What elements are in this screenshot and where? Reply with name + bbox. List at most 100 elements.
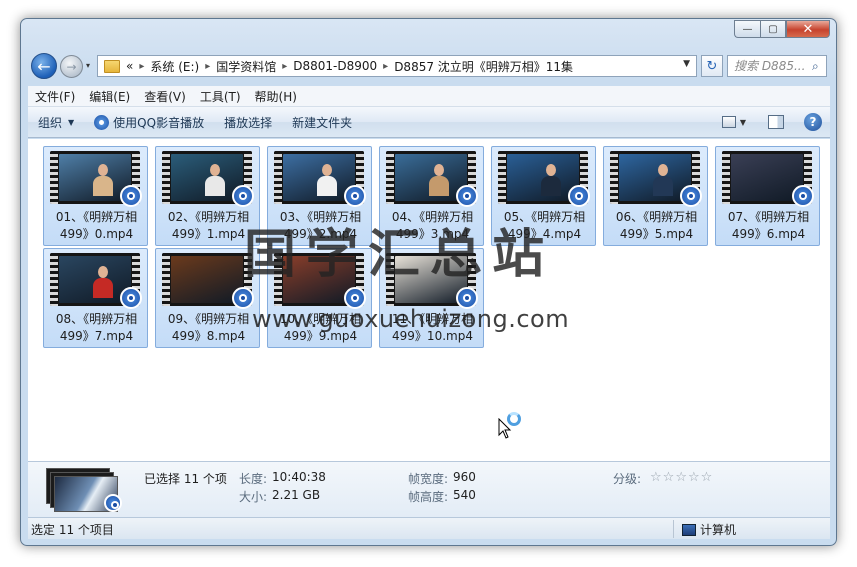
presenter-figure bbox=[429, 164, 449, 196]
recent-pages-dropdown[interactable]: ▾ bbox=[86, 61, 90, 70]
minimize-button[interactable]: — bbox=[734, 20, 760, 38]
film-strip-left bbox=[498, 151, 506, 204]
arrow-right-icon: → bbox=[66, 59, 77, 74]
file-tile[interactable]: 02、《明辨万相 499》1.mp4 bbox=[155, 146, 260, 246]
play-selection-button[interactable]: 播放选择 bbox=[214, 114, 282, 131]
chevron-right-icon[interactable]: ▸ bbox=[282, 61, 287, 72]
file-name: 08、《明辨万相 499》7.mp4 bbox=[44, 311, 149, 345]
breadcrumb-current-folder[interactable]: D8857 沈立明《明辨万相》11集 bbox=[394, 58, 573, 75]
breadcrumb-drive[interactable]: 系统 (E:) bbox=[150, 58, 199, 75]
status-location: 计算机 bbox=[682, 521, 736, 538]
file-tile[interactable]: 10、《明辨万相 499》9.mp4 bbox=[267, 248, 372, 348]
busy-spinner-icon bbox=[507, 412, 521, 426]
play-with-qq-button[interactable]: 使用QQ影音播放 bbox=[84, 114, 214, 131]
presenter-figure bbox=[541, 164, 561, 196]
menu-help[interactable]: 帮助(H) bbox=[248, 88, 304, 105]
star-icon[interactable]: ☆ bbox=[701, 470, 714, 485]
file-tile[interactable]: 01、《明辨万相 499》0.mp4 bbox=[43, 146, 148, 246]
frame-width-label: 帧宽度: bbox=[408, 472, 449, 486]
presenter-figure bbox=[93, 164, 113, 196]
help-icon[interactable]: ? bbox=[804, 113, 822, 131]
explorer-window: — ▢ ✕ ← → ▾ « ▸ 系统 (E:) ▸ 国学资料馆 ▸ D8801-… bbox=[20, 18, 837, 546]
organize-label: 组织 bbox=[38, 115, 63, 130]
film-strip-left bbox=[50, 253, 58, 306]
search-input[interactable] bbox=[734, 59, 810, 73]
rating-stars[interactable]: ☆☆☆☆☆ bbox=[650, 470, 713, 485]
file-tile[interactable]: 07、《明辨万相 499》6.mp4 bbox=[715, 146, 820, 246]
file-name-line: 499》6.mp4 bbox=[731, 227, 806, 241]
qq-player-badge-icon bbox=[456, 287, 478, 309]
breadcrumb-overflow[interactable]: « bbox=[126, 59, 133, 73]
file-name-line: 01、《明辨万相 bbox=[55, 210, 138, 224]
file-list-area[interactable]: 01、《明辨万相 499》0.mp4 02、《明辨万相 499》1.mp4 03、《明辨… bbox=[28, 139, 830, 461]
window-controls: — ▢ ✕ bbox=[734, 20, 830, 38]
file-tile[interactable]: 08、《明辨万相 499》7.mp4 bbox=[43, 248, 148, 348]
file-name-line: 11、《明辨万相 bbox=[391, 312, 474, 326]
close-button[interactable]: ✕ bbox=[786, 20, 830, 38]
selection-thumbnail-stack bbox=[46, 468, 122, 512]
presenter-figure bbox=[205, 164, 225, 196]
new-folder-button[interactable]: 新建文件夹 bbox=[282, 114, 362, 131]
search-icon[interactable]: ⌕ bbox=[812, 59, 819, 74]
file-name: 11、《明辨万相 499》10.mp4 bbox=[380, 311, 485, 345]
film-strip-left bbox=[162, 151, 170, 204]
chevron-right-icon[interactable]: ▸ bbox=[139, 61, 144, 72]
preview-pane-icon[interactable] bbox=[768, 115, 784, 129]
menu-file[interactable]: 文件(F) bbox=[28, 88, 82, 105]
star-icon[interactable]: ☆ bbox=[663, 470, 676, 485]
new-folder-label: 新建文件夹 bbox=[292, 115, 353, 130]
back-button[interactable]: ← bbox=[31, 53, 57, 79]
star-icon[interactable]: ☆ bbox=[688, 470, 701, 485]
file-tile[interactable]: 09、《明辨万相 499》8.mp4 bbox=[155, 248, 260, 348]
change-view-icon[interactable] bbox=[721, 116, 736, 128]
organize-button[interactable]: 组织 ▼ bbox=[28, 114, 84, 131]
computer-icon bbox=[682, 523, 696, 536]
chevron-right-icon[interactable]: ▸ bbox=[383, 61, 388, 72]
file-name-line: 09、《明辨万相 bbox=[167, 312, 250, 326]
file-name-line: 02、《明辨万相 bbox=[167, 210, 250, 224]
menu-view[interactable]: 查看(V) bbox=[137, 88, 193, 105]
chevron-right-icon[interactable]: ▸ bbox=[205, 61, 210, 72]
file-tile[interactable]: 05、《明辨万相 499》4.mp4 bbox=[491, 146, 596, 246]
size-label: 大小: bbox=[239, 490, 268, 504]
qq-player-badge-icon bbox=[344, 287, 366, 309]
file-name-line: 10、《明辨万相 bbox=[279, 312, 362, 326]
star-icon[interactable]: ☆ bbox=[650, 470, 663, 485]
file-tile[interactable]: 11、《明辨万相 499》10.mp4 bbox=[379, 248, 484, 348]
file-name: 02、《明辨万相 499》1.mp4 bbox=[156, 209, 261, 243]
file-tile[interactable]: 04、《明辨万相 499》3.mp4 bbox=[379, 146, 484, 246]
play-selection-label: 播放选择 bbox=[224, 115, 273, 130]
file-name-line: 03、《明辨万相 bbox=[279, 210, 362, 224]
file-name: 04、《明辨万相 499》3.mp4 bbox=[380, 209, 485, 243]
qq-player-badge-icon bbox=[232, 287, 254, 309]
film-strip-left bbox=[386, 151, 394, 204]
file-name-line: 04、《明辨万相 bbox=[391, 210, 474, 224]
menu-edit[interactable]: 编辑(E) bbox=[82, 88, 137, 105]
search-box[interactable]: ⌕ bbox=[727, 55, 827, 77]
qq-player-badge-icon bbox=[456, 185, 478, 207]
file-name: 05、《明辨万相 499》4.mp4 bbox=[492, 209, 597, 243]
view-options-dropdown[interactable]: ▼ bbox=[740, 118, 746, 127]
file-name: 03、《明辨万相 499》2.mp4 bbox=[268, 209, 373, 243]
file-tile[interactable]: 06、《明辨万相 499》5.mp4 bbox=[603, 146, 708, 246]
file-name: 07、《明辨万相 499》6.mp4 bbox=[716, 209, 821, 243]
selected-count: 已选择 11 个项 bbox=[144, 472, 227, 486]
refresh-button[interactable]: ↻ bbox=[701, 55, 723, 77]
maximize-button[interactable]: ▢ bbox=[760, 20, 786, 38]
file-tile[interactable]: 03、《明辨万相 499》2.mp4 bbox=[267, 146, 372, 246]
address-bar[interactable]: « ▸ 系统 (E:) ▸ 国学资料馆 ▸ D8801-D8900 ▸ D885… bbox=[97, 55, 697, 77]
size-value: 2.21 GB bbox=[272, 488, 321, 502]
qq-player-icon bbox=[94, 114, 110, 130]
address-dropdown[interactable]: ▼ bbox=[683, 59, 690, 69]
presenter-figure bbox=[653, 164, 673, 196]
status-location-label: 计算机 bbox=[700, 523, 737, 537]
command-bar: 组织 ▼ 使用QQ影音播放 播放选择 新建文件夹 ▼ ? bbox=[28, 107, 830, 138]
star-icon[interactable]: ☆ bbox=[675, 470, 688, 485]
breadcrumb-folder-library[interactable]: 国学资料馆 bbox=[216, 58, 276, 75]
breadcrumb-folder-range[interactable]: D8801-D8900 bbox=[293, 59, 377, 73]
film-strip-left bbox=[274, 253, 282, 306]
status-separator bbox=[673, 520, 674, 538]
menu-tools[interactable]: 工具(T) bbox=[193, 88, 248, 105]
forward-button[interactable]: → bbox=[60, 55, 83, 78]
presenter-figure bbox=[317, 164, 337, 196]
